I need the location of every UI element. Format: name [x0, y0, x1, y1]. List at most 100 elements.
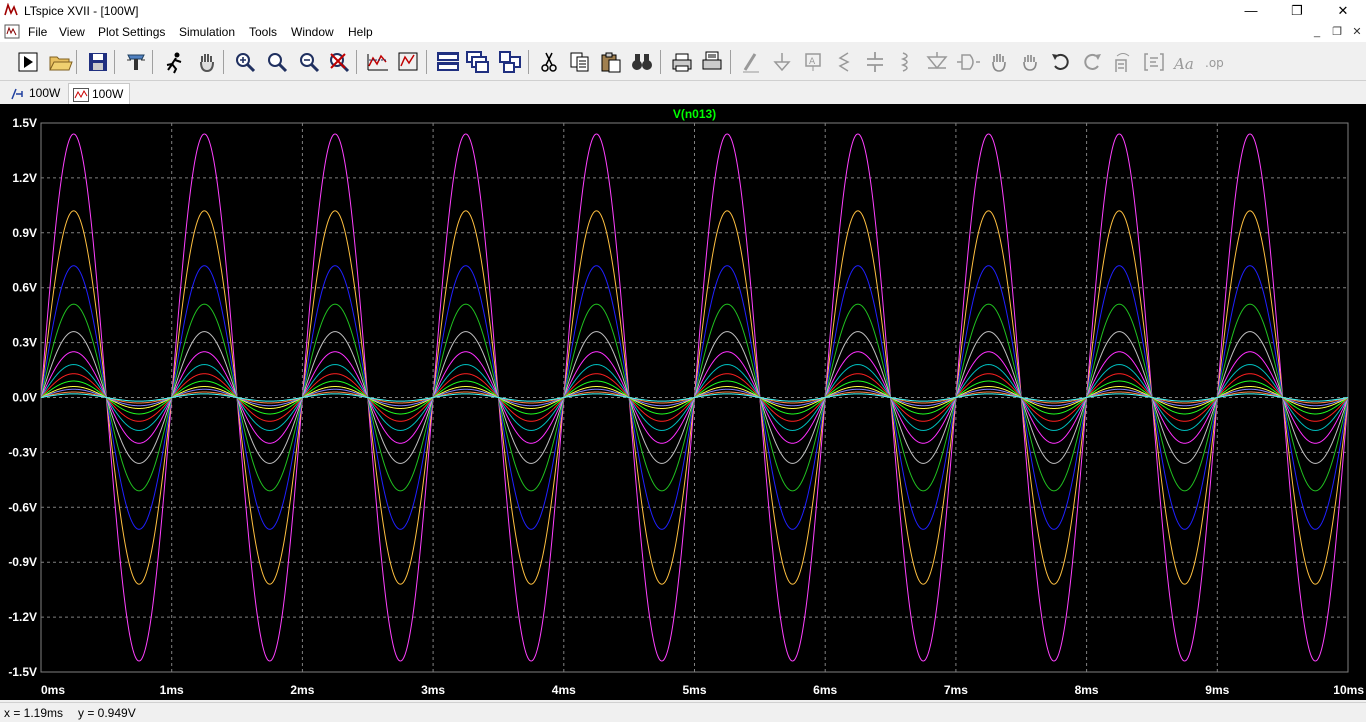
zoom-cancel-button[interactable]	[325, 48, 353, 76]
menu-plot-settings[interactable]: Plot Settings	[98, 25, 165, 39]
component-button[interactable]	[954, 48, 982, 76]
fit-icon	[398, 52, 418, 71]
window-title: LTspice XVII - [100W]	[24, 4, 139, 18]
undo-button[interactable]	[1047, 48, 1075, 76]
control-panel-button[interactable]	[122, 48, 150, 76]
menu-view[interactable]: View	[59, 25, 85, 39]
mdi-minimize-button[interactable]: _	[1308, 24, 1326, 40]
svg-text:A: A	[809, 57, 816, 67]
run-simulation-button[interactable]	[160, 48, 188, 76]
cascade-button[interactable]	[464, 48, 492, 76]
diode-button[interactable]	[923, 48, 951, 76]
pan-hand-icon	[200, 54, 214, 73]
menu-simulation[interactable]: Simulation	[179, 25, 235, 39]
y-tick-label: -0.6V	[8, 500, 37, 514]
cut-button[interactable]	[535, 48, 563, 76]
diode-icon	[926, 52, 948, 70]
mirror-icon	[1144, 53, 1164, 71]
label-button[interactable]: A	[799, 48, 827, 76]
y-tick-label: 0.0V	[12, 391, 37, 405]
y-tick-label: 0.3V	[12, 336, 37, 350]
move-icon	[992, 54, 1006, 72]
ground-button[interactable]	[768, 48, 796, 76]
spice-directive-icon: .op	[1205, 56, 1224, 70]
find-button[interactable]	[628, 48, 656, 76]
zoom-in-button[interactable]	[231, 48, 259, 76]
menu-bar: File View Plot Settings Simulation Tools…	[0, 22, 1366, 42]
autorange-button[interactable]	[364, 48, 392, 76]
save-icon	[89, 53, 107, 71]
rotate-button[interactable]	[1109, 48, 1137, 76]
tile-vertical-icon	[499, 51, 521, 73]
tab-waveform-label: 100W	[92, 87, 124, 101]
cursor-x-readout: x = 1.19ms	[4, 706, 64, 720]
capacitor-button[interactable]	[861, 48, 889, 76]
menu-window[interactable]: Window	[291, 25, 334, 39]
wire-icon	[743, 53, 759, 73]
tab-waveform[interactable]: 100W	[68, 83, 131, 104]
ltspice-logo-icon	[4, 3, 18, 17]
resistor-icon	[838, 52, 850, 72]
toolbar-separator	[730, 50, 731, 74]
print-button[interactable]	[668, 48, 696, 76]
label-icon: A	[805, 53, 821, 71]
resistor-button[interactable]	[830, 48, 858, 76]
menu-help[interactable]: Help	[348, 25, 373, 39]
open-button[interactable]	[46, 48, 74, 76]
x-tick-label: 9ms	[1205, 683, 1229, 697]
spice-directive-button[interactable]: .op	[1202, 48, 1230, 76]
mirror-button[interactable]	[1140, 48, 1168, 76]
pan-hand-button[interactable]	[193, 48, 221, 76]
x-tick-label: 2ms	[290, 683, 314, 697]
drag-button[interactable]	[1016, 48, 1044, 76]
x-tick-label: 3ms	[421, 683, 445, 697]
text-button[interactable]: Aa	[1171, 48, 1199, 76]
document-icon[interactable]	[4, 24, 20, 39]
move-button[interactable]	[985, 48, 1013, 76]
restore-button[interactable]: ❐	[1274, 0, 1320, 22]
zoom-area-button[interactable]	[263, 48, 291, 76]
save-button[interactable]	[84, 48, 112, 76]
print-icon	[672, 53, 692, 72]
menu-tools[interactable]: Tools	[249, 25, 277, 39]
cursor-y-readout: y = 0.949V	[78, 706, 136, 720]
menu-file[interactable]: File	[28, 25, 47, 39]
tile-vertical-button[interactable]	[496, 48, 524, 76]
run-icon	[18, 52, 38, 72]
waveform-plot[interactable]: 0ms 1ms 2ms 3ms 4ms 5ms 6ms 7ms 8ms 9ms 10ms 1.5V 1.…	[0, 104, 1366, 700]
y-tick-label: 1.5V	[12, 116, 37, 130]
zoom-out-button[interactable]	[295, 48, 323, 76]
toolbar-separator	[528, 50, 529, 74]
drag-icon	[1023, 55, 1037, 71]
close-button[interactable]: ✕	[1320, 0, 1366, 22]
wire-button[interactable]	[737, 48, 765, 76]
x-tick-label: 5ms	[682, 683, 706, 697]
print-setup-button[interactable]	[698, 48, 726, 76]
run-button[interactable]	[14, 48, 42, 76]
mdi-close-button[interactable]: ✕	[1348, 24, 1366, 40]
schematic-icon	[11, 88, 23, 100]
tab-schematic-label: 100W	[29, 86, 61, 100]
x-tick-label: 1ms	[160, 683, 184, 697]
plot-canvas[interactable]: 0ms 1ms 2ms 3ms 4ms 5ms 6ms 7ms 8ms 9ms 10ms 1.5V 1.…	[0, 104, 1366, 700]
y-tick-label: -1.2V	[8, 610, 37, 624]
redo-icon	[1084, 53, 1101, 70]
toolbar-separator	[76, 50, 77, 74]
inductor-button[interactable]	[892, 48, 920, 76]
minimize-button[interactable]: —	[1228, 0, 1274, 22]
toolbar-separator	[223, 50, 224, 74]
mdi-restore-button[interactable]: ❐	[1328, 24, 1346, 40]
cut-icon	[541, 52, 557, 72]
rotate-icon	[1115, 53, 1130, 72]
fit-button[interactable]	[394, 48, 422, 76]
redo-button[interactable]	[1078, 48, 1106, 76]
paste-button[interactable]	[597, 48, 625, 76]
run-simulation-icon	[166, 52, 182, 74]
zoom-cancel-icon	[330, 53, 350, 73]
paste-icon	[601, 52, 621, 73]
x-tick-label: 0ms	[41, 683, 65, 697]
tile-horizontal-button[interactable]	[434, 48, 462, 76]
copy-button[interactable]	[566, 48, 594, 76]
tab-schematic[interactable]: 100W	[6, 83, 66, 103]
x-tick-label: 8ms	[1075, 683, 1099, 697]
